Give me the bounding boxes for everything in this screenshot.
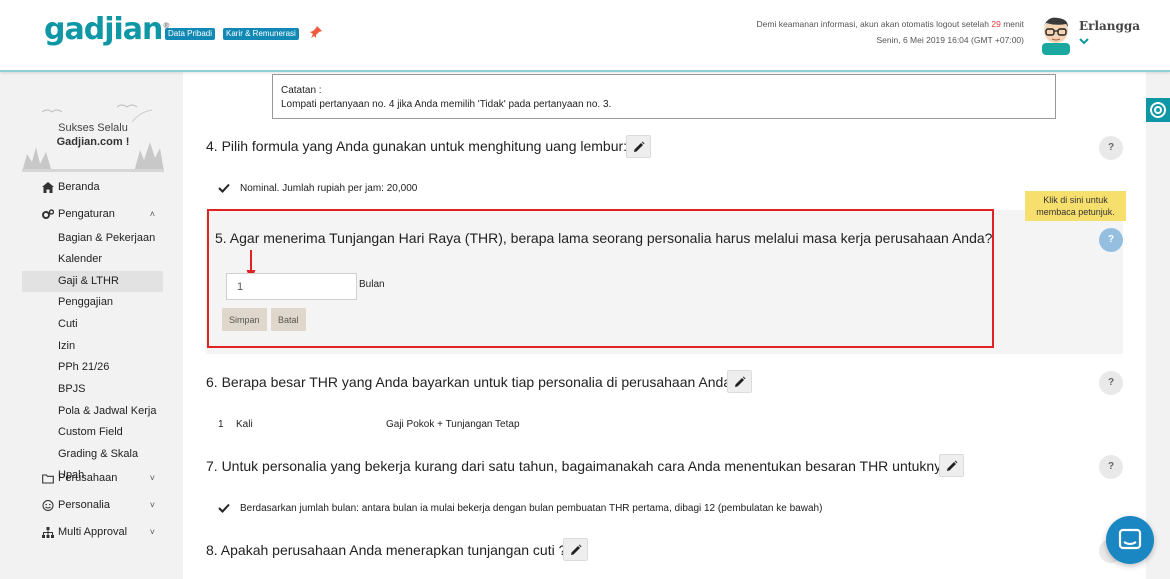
edit-q4-button[interactable] [626,135,651,158]
note-body: Lompati pertanyaan no. 4 jika Anda memil… [281,99,612,110]
sidebar-item-multi-approval[interactable]: Multi Approval ˅ [22,522,163,543]
chevron-down-icon: ˅ [149,500,155,510]
question-5: 5. Agar menerima Tunjangan Hari Raya (TH… [215,230,993,246]
smile-icon [42,500,54,511]
edit-q7-button[interactable] [939,454,964,477]
help-q4-button[interactable]: ? [1099,136,1123,160]
sidebar-subitem-izin[interactable]: Izin [22,336,163,357]
note-box: Catatan : Lompati pertanyaan no. 4 jika … [272,74,1056,119]
sitemap-icon [42,527,54,538]
chevron-down-icon: ˅ [149,527,155,537]
chevron-down-icon: ˅ [149,473,155,483]
thr-unit: Kali [236,419,253,430]
pin-icon[interactable] [309,25,323,39]
sidebar: Sukses Selalu Gadjian.com ! Beranda Peng… [0,72,183,579]
sidebar-subitem-bpjs[interactable]: BPJS [22,379,163,400]
sidebar-subitem-gaji-lthr[interactable]: Gaji & LTHR [22,271,163,292]
pencil-icon [735,376,746,387]
side-widget-tab[interactable] [1146,98,1170,122]
sidebar-subitem-kalender[interactable]: Kalender [22,249,163,270]
question-6: 6. Berapa besar THR yang Anda bayarkan u… [206,374,739,390]
sidebar-item-perusahaan[interactable]: Perusahaan ˅ [22,468,163,489]
answer-q7: Berdasarkan jumlah bulan: antara bulan i… [240,503,823,514]
save-button[interactable]: Simpan [222,308,267,331]
sidebar-item-personalia[interactable]: Personalia ˅ [22,495,163,516]
brand-name: Gadjian.com ! [56,136,130,148]
question-7: 7. Untuk personalia yang bekerja kurang … [206,458,957,474]
sidebar-subitem-cuti[interactable]: Cuti [22,314,163,335]
tag-data-pribadi[interactable]: Data Pribadi [165,28,216,40]
edit-q8-button[interactable] [563,538,588,561]
sidebar-subitem-custom-field[interactable]: Custom Field [22,422,163,443]
sidebar-subitem-grading[interactable]: Grading & Skala Upah [22,444,163,481]
chat-icon [1118,528,1142,550]
sidebar-subitem-penggajian[interactable]: Penggajian [22,292,163,313]
sidebar-subitem-bagian-pekerjaan[interactable]: Bagian & Pekerjaan [22,228,163,249]
chevron-down-icon[interactable] [1079,36,1089,46]
user-avatar[interactable] [1036,13,1076,55]
help-q7-button[interactable]: ? [1099,455,1123,479]
chat-launcher-button[interactable] [1106,516,1154,564]
thr-component: Gaji Pokok + Tunjangan Tetap [386,419,520,430]
help-q5-button[interactable]: ? [1099,228,1123,252]
pencil-icon [571,544,582,555]
note-title: Catatan : [281,85,322,96]
check-icon [218,183,230,193]
brand-tagline: Sukses Selalu [58,122,128,134]
session-notice: Demi keamanan informasi, akun akan otoma… [757,16,1024,48]
thr-multiplier: 1 [218,419,224,430]
spiral-icon [1150,102,1166,118]
thr-months-input[interactable] [226,273,357,300]
pencil-icon [634,141,645,152]
tag-karir-remunerasi[interactable]: Karir & Remunerasi [223,28,299,40]
pencil-icon [947,460,958,471]
cancel-button[interactable]: Batal [271,308,306,331]
username[interactable]: Erlangga [1079,19,1140,33]
question-8: 8. Apakah perusahaan Anda menerapkan tun… [206,542,567,558]
current-datetime: Senin, 6 Mei 2019 16:04 (GMT +07:00) [876,35,1024,45]
unit-label: Bulan [359,279,385,290]
gadjian-logo[interactable]: gadjian® [44,12,170,47]
sidebar-item-beranda[interactable]: Beranda [22,177,163,198]
main-content: Catatan : Lompati pertanyaan no. 4 jika … [183,72,1146,579]
sidebar-item-pengaturan[interactable]: Pengaturan ˄ [22,204,163,225]
help-q6-button[interactable]: ? [1099,371,1123,395]
sidebar-subitem-pola-jadwal[interactable]: Pola & Jadwal Kerja [22,401,163,422]
gears-icon [42,209,54,219]
top-header: gadjian® Data Pribadi Karir & Remunerasi… [0,0,1170,72]
home-icon [42,182,54,193]
sidebar-subitem-pph[interactable]: PPh 21/26 [22,357,163,378]
help-tooltip: Klik di sini untuk membaca petunjuk. [1025,191,1126,221]
question-4: 4. Pilih formula yang Anda gunakan untuk… [206,138,628,154]
chevron-up-icon: ˄ [149,209,155,219]
answer-q4: Nominal. Jumlah rupiah per jam: 20,000 [240,183,418,194]
edit-q6-button[interactable] [727,370,752,393]
folder-icon [42,474,54,484]
check-icon [218,503,230,513]
